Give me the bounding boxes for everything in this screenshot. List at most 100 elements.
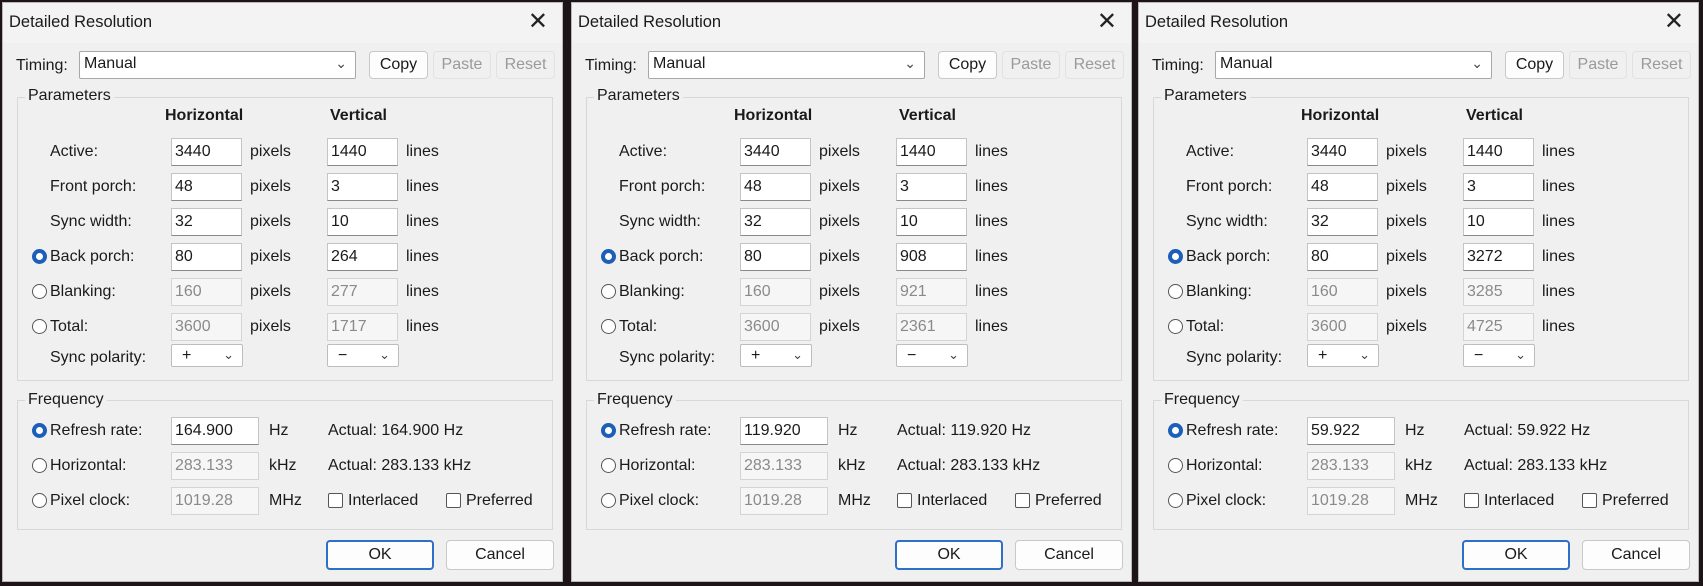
pixel-clock-input[interactable]: 1019.28 (740, 487, 828, 515)
param-horizontal-input[interactable]: 48 (1307, 173, 1378, 201)
param-horizontal-input[interactable]: 3440 (1307, 138, 1378, 166)
paste-button[interactable]: Paste (1002, 51, 1060, 79)
reset-button[interactable]: Reset (496, 51, 555, 79)
refresh-rate-radio[interactable] (32, 423, 47, 438)
param-row-radio[interactable] (32, 249, 47, 264)
refresh-rate-input[interactable]: 164.900 (171, 417, 259, 445)
reset-button[interactable]: Reset (1065, 51, 1124, 79)
param-horizontal-input[interactable]: 80 (740, 243, 811, 271)
paste-button[interactable]: Paste (433, 51, 491, 79)
interlaced-checkbox[interactable] (1464, 493, 1479, 508)
sync-polarity-vertical-select[interactable]: − ⌄ (1463, 344, 1535, 367)
param-horizontal-input[interactable]: 80 (171, 243, 242, 271)
timing-label: Timing: (16, 57, 68, 74)
param-horizontal-input[interactable]: 32 (171, 208, 242, 236)
param-row-radio[interactable] (1168, 249, 1183, 264)
reset-button[interactable]: Reset (1632, 51, 1691, 79)
refresh-rate-radio[interactable] (1168, 423, 1183, 438)
interlaced-checkbox[interactable] (897, 493, 912, 508)
param-row-radio[interactable] (1168, 319, 1183, 334)
close-icon[interactable]: ✕ (1097, 9, 1117, 35)
sync-polarity-horizontal-select[interactable]: + ⌄ (740, 344, 812, 367)
param-vertical-input[interactable]: 1440 (327, 138, 398, 166)
sync-polarity-vertical-select[interactable]: − ⌄ (896, 344, 968, 367)
ok-button[interactable]: OK (326, 540, 434, 570)
preferred-checkbox[interactable] (1582, 493, 1597, 508)
ok-button[interactable]: OK (895, 540, 1003, 570)
param-horizontal-input[interactable]: 160 (740, 278, 811, 306)
param-row-radio[interactable] (601, 319, 616, 334)
param-horizontal-input[interactable]: 80 (1307, 243, 1378, 271)
param-vertical-input[interactable]: 10 (896, 208, 967, 236)
param-horizontal-input[interactable]: 3440 (171, 138, 242, 166)
sync-polarity-horizontal-select[interactable]: + ⌄ (1307, 344, 1379, 367)
param-vertical-input[interactable]: 3 (1463, 173, 1534, 201)
close-icon[interactable]: ✕ (1664, 9, 1684, 35)
horizontal-frequency-input[interactable]: 283.133 (740, 452, 828, 480)
param-horizontal-input[interactable]: 3600 (740, 313, 811, 341)
cancel-button[interactable]: Cancel (446, 540, 554, 570)
param-vertical-input[interactable]: 10 (1463, 208, 1534, 236)
pixel-clock-radio[interactable] (601, 493, 616, 508)
copy-button[interactable]: Copy (1505, 51, 1564, 79)
preferred-checkbox[interactable] (446, 493, 461, 508)
horizontal-frequency-input[interactable]: 283.133 (1307, 452, 1395, 480)
sync-polarity-horizontal-select[interactable]: + ⌄ (171, 344, 243, 367)
param-horizontal-input[interactable]: 160 (171, 278, 242, 306)
ok-button[interactable]: OK (1462, 540, 1570, 570)
pixel-clock-input[interactable]: 1019.28 (1307, 487, 1395, 515)
horizontal-frequency-radio[interactable] (32, 458, 47, 473)
pixel-clock-radio[interactable] (1168, 493, 1183, 508)
param-horizontal-input[interactable]: 32 (1307, 208, 1378, 236)
refresh-rate-input[interactable]: 119.920 (740, 417, 828, 445)
param-vertical-input[interactable]: 10 (327, 208, 398, 236)
interlaced-checkbox[interactable] (328, 493, 343, 508)
pixel-clock-radio[interactable] (32, 493, 47, 508)
param-vertical-input[interactable]: 1440 (896, 138, 967, 166)
param-vertical-input[interactable]: 3272 (1463, 243, 1534, 271)
close-icon[interactable]: ✕ (528, 9, 548, 35)
param-vertical-input[interactable]: 2361 (896, 313, 967, 341)
param-row-radio[interactable] (32, 284, 47, 299)
param-horizontal-input[interactable]: 3600 (1307, 313, 1378, 341)
param-row-radio[interactable] (601, 284, 616, 299)
timing-select[interactable]: Manual ⌄ (79, 51, 356, 79)
timing-select[interactable]: Manual ⌄ (1215, 51, 1492, 79)
param-row-radio[interactable] (32, 319, 47, 334)
param-vertical-input[interactable]: 3285 (1463, 278, 1534, 306)
refresh-rate-radio[interactable] (601, 423, 616, 438)
sync-polarity-vertical-select[interactable]: − ⌄ (327, 344, 399, 367)
param-horizontal-unit: pixels (819, 143, 860, 160)
param-vertical-input[interactable]: 4725 (1463, 313, 1534, 341)
param-horizontal-input[interactable]: 3440 (740, 138, 811, 166)
param-vertical-input[interactable]: 921 (896, 278, 967, 306)
param-horizontal-input[interactable]: 48 (740, 173, 811, 201)
pixel-clock-input[interactable]: 1019.28 (171, 487, 259, 515)
param-row-radio[interactable] (1168, 284, 1183, 299)
param-horizontal-input[interactable]: 160 (1307, 278, 1378, 306)
timing-select[interactable]: Manual ⌄ (648, 51, 925, 79)
param-horizontal-input[interactable]: 3600 (171, 313, 242, 341)
cancel-button[interactable]: Cancel (1015, 540, 1123, 570)
param-row-radio[interactable] (601, 249, 616, 264)
horizontal-frequency-input[interactable]: 283.133 (171, 452, 259, 480)
param-vertical-input[interactable]: 264 (327, 243, 398, 271)
refresh-rate-input[interactable]: 59.922 (1307, 417, 1395, 445)
paste-button[interactable]: Paste (1569, 51, 1627, 79)
cancel-button[interactable]: Cancel (1582, 540, 1690, 570)
param-vertical-input[interactable]: 277 (327, 278, 398, 306)
param-vertical-input[interactable]: 908 (896, 243, 967, 271)
param-vertical-input[interactable]: 1440 (1463, 138, 1534, 166)
horizontal-frequency-radio[interactable] (601, 458, 616, 473)
copy-button[interactable]: Copy (369, 51, 428, 79)
param-vertical-input[interactable]: 3 (896, 173, 967, 201)
horizontal-frequency-radio[interactable] (1168, 458, 1183, 473)
param-vertical-input[interactable]: 3 (327, 173, 398, 201)
preferred-checkbox[interactable] (1015, 493, 1030, 508)
param-horizontal-input[interactable]: 32 (740, 208, 811, 236)
param-vertical-unit: lines (406, 178, 439, 195)
copy-button[interactable]: Copy (938, 51, 997, 79)
param-vertical-unit: lines (406, 213, 439, 230)
param-horizontal-input[interactable]: 48 (171, 173, 242, 201)
param-vertical-input[interactable]: 1717 (327, 313, 398, 341)
